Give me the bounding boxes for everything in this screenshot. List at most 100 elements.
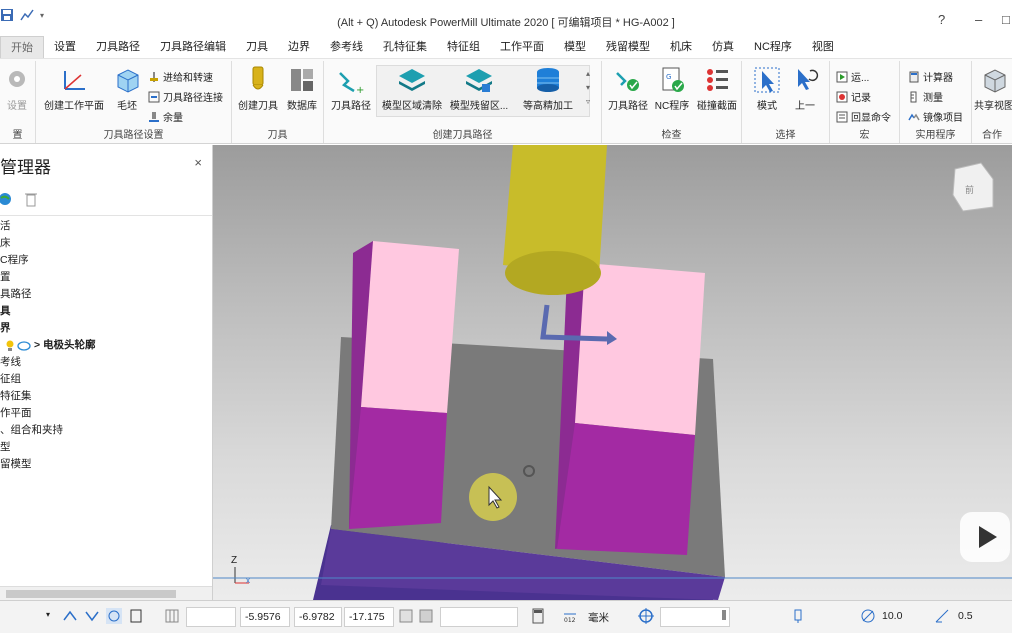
create-tool-button[interactable]: 创建刀具: [238, 65, 278, 112]
previous-label: 上一: [795, 101, 815, 112]
ribbon: 设置 置 创建工作平面 毛坯 进给和转速 刀具路径连接 余量 刀具路径设置 创建…: [0, 58, 1012, 144]
tree-item-tools[interactable]: 具: [0, 303, 212, 320]
crosshair-icon[interactable]: [638, 608, 654, 624]
tab-simulation[interactable]: 仿真: [702, 36, 744, 58]
tool-holder-icon: [794, 609, 802, 623]
tab-stock-model[interactable]: 残留模型: [596, 36, 660, 58]
menu-bar: 开始 设置 刀具路径 刀具路径编辑 刀具 边界 参考线 孔特征集 特征组 工作平…: [0, 36, 1012, 58]
tree-item-feature-sets[interactable]: 特征集: [0, 388, 212, 405]
trash-icon[interactable]: [24, 191, 38, 207]
record-macro-button[interactable]: 记录: [836, 89, 871, 104]
tab-nc-program[interactable]: NC程序: [744, 36, 802, 58]
grid-toggle-icon[interactable]: [128, 608, 144, 624]
nc-document-check-icon: G: [662, 67, 684, 92]
check-toolpath-label: 刀具路径: [608, 101, 648, 112]
tree-item-feature-groups[interactable]: 征组: [0, 371, 212, 388]
run-macro-button[interactable]: 运...: [836, 69, 869, 84]
calculator-button[interactable]: 计算器: [908, 69, 953, 84]
mirror-item-button[interactable]: 镜像项目: [908, 109, 963, 124]
toolpath-button[interactable]: + 刀具路径: [328, 65, 374, 112]
tab-machine[interactable]: 机床: [660, 36, 702, 58]
tab-workplane[interactable]: 工作平面: [490, 36, 554, 58]
stepover-value: 0.5: [958, 610, 973, 622]
tree-item-levels-sets-clamps[interactable]: 、组合和夹持: [0, 422, 212, 439]
feeds-speeds-button[interactable]: 进给和转速: [148, 69, 213, 84]
tree-item-activate[interactable]: 活: [0, 218, 212, 235]
relative-toggle-icon[interactable]: [418, 608, 434, 624]
model-rest-button[interactable]: 模型残留区...: [448, 65, 510, 112]
globe-icon[interactable]: [0, 192, 14, 206]
database-button[interactable]: 数据库: [284, 65, 320, 112]
tree-item-patterns[interactable]: 考线: [0, 354, 212, 371]
tree-item-setup[interactable]: 置: [0, 269, 212, 286]
horizontal-scrollbar[interactable]: [0, 586, 212, 600]
tab-pattern[interactable]: 参考线: [320, 36, 373, 58]
minimize-button[interactable]: –: [975, 12, 982, 27]
tab-toolpath-edit[interactable]: 刀具路径编辑: [150, 36, 236, 58]
layers-icon: [399, 69, 425, 91]
tab-view[interactable]: 视图: [802, 36, 844, 58]
tab-start[interactable]: 开始: [0, 36, 44, 58]
tab-setup[interactable]: 设置: [44, 36, 86, 58]
graphics-viewport[interactable]: 前 Z x: [213, 145, 1012, 600]
block-button[interactable]: 毛坯: [110, 65, 144, 112]
tree-item-boundaries[interactable]: 界: [0, 320, 212, 337]
workplane-toggle-icon[interactable]: [398, 608, 414, 624]
tree-item-toolpaths[interactable]: 具路径: [0, 286, 212, 303]
group-label-tool: 刀具: [267, 130, 288, 141]
scrollbar-thumb[interactable]: [6, 590, 176, 598]
select-mode-button[interactable]: 模式: [750, 65, 784, 112]
restore-button[interactable]: □: [1002, 12, 1010, 27]
share-view-button[interactable]: 共享视图: [974, 65, 1012, 112]
previous-selection-button[interactable]: 上一: [788, 65, 822, 112]
tool-status-icon: [722, 610, 726, 620]
group-label-create-toolpath: 创建刀具路径: [432, 130, 493, 141]
calculator-icon[interactable]: [530, 608, 546, 624]
measure-button[interactable]: 测量: [908, 89, 943, 104]
collision-section-button[interactable]: 碰撞截面: [694, 65, 740, 112]
select-tool-icon[interactable]: [62, 608, 78, 624]
ribbon-group-check: 刀具路径 G NC程序 碰撞截面 检查: [602, 61, 742, 143]
tree-item-models[interactable]: 型: [0, 439, 212, 456]
check-nc-button[interactable]: G NC程序: [652, 65, 692, 112]
echo-commands-button[interactable]: 回显命令: [836, 109, 891, 124]
tree-item-machine[interactable]: 床: [0, 235, 212, 252]
constant-z-finishing-button[interactable]: 等高精加工: [518, 65, 578, 112]
tree-item-groups[interactable]: [0, 473, 212, 490]
snap-icon[interactable]: [106, 608, 122, 624]
allowance-button[interactable]: 余量: [148, 109, 183, 124]
electrode-boundary-label: > 电极头轮廓: [34, 339, 96, 351]
dropdown-arrow-icon[interactable]: ▾: [46, 610, 50, 619]
tab-holes[interactable]: 孔特征集: [373, 36, 437, 58]
pick-icon[interactable]: [84, 608, 100, 624]
tab-model[interactable]: 模型: [554, 36, 596, 58]
toolpath-label: 刀具路径: [331, 101, 371, 112]
explorer-panel: 管理器 × 活 床 C程序 置 具路径 具 界 > 电极头轮廓 考线 征组 特征…: [0, 145, 213, 600]
model-area-clearance-button[interactable]: 模型区域清除: [380, 65, 444, 112]
tree-item-electrode-boundary[interactable]: > 电极头轮廓: [0, 337, 212, 354]
tree-item-nc-programs[interactable]: C程序: [0, 252, 212, 269]
grid-icon[interactable]: [164, 608, 180, 624]
toolpath-connect-button[interactable]: 刀具路径连接: [148, 89, 223, 104]
setup-button[interactable]: 设置: [2, 65, 32, 112]
block-label: 毛坯: [117, 101, 137, 112]
group-label-check: 检查: [661, 130, 682, 141]
status-input[interactable]: [440, 607, 518, 627]
tab-feature-group[interactable]: 特征组: [437, 36, 490, 58]
coord-y-field: -6.9782: [294, 607, 342, 627]
help-icon[interactable]: ?: [938, 12, 945, 27]
create-tool-label: 创建刀具: [238, 101, 278, 112]
right-rib-upper: [575, 263, 705, 435]
units-label: 毫米: [588, 612, 609, 624]
play-button[interactable]: [960, 512, 1010, 562]
close-icon[interactable]: ×: [194, 155, 202, 170]
tree-item-stock-models[interactable]: 留模型: [0, 456, 212, 473]
tab-tool[interactable]: 刀具: [236, 36, 278, 58]
create-workplane-button[interactable]: 创建工作平面: [42, 65, 106, 112]
gallery-scroll-icon[interactable]: ▴ ▾ ▿: [586, 67, 590, 109]
tree-item-workplanes[interactable]: 作平面: [0, 405, 212, 422]
tree-item-macros[interactable]: [0, 490, 212, 507]
check-toolpath-button[interactable]: 刀具路径: [606, 65, 650, 112]
tab-boundary[interactable]: 边界: [278, 36, 320, 58]
tab-toolpath[interactable]: 刀具路径: [86, 36, 150, 58]
